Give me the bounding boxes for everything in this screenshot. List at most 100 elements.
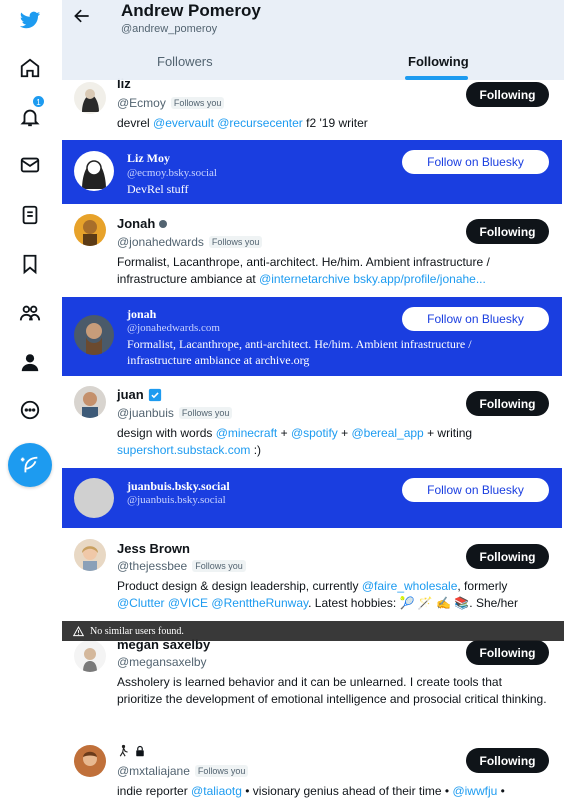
bio-text: • visionary genius ahead of their time • <box>241 784 453 798</box>
user-name: Jonah <box>117 216 156 231</box>
back-arrow-icon[interactable] <box>72 6 92 26</box>
user-bio: design with words @minecraft + @spotify … <box>117 425 547 459</box>
twitter-logo-icon[interactable] <box>14 4 46 36</box>
user-name: Jess Brown <box>117 541 190 556</box>
compose-tweet-button[interactable] <box>8 443 52 487</box>
user-bio: Formalist, Lacanthrope, anti-architect. … <box>117 254 547 288</box>
bio-text: f2 '19 writer <box>302 116 368 130</box>
toast-message: No similar users found. <box>62 621 564 641</box>
bluesky-handle: @jonahedwards.com <box>127 322 220 334</box>
list-item[interactable]: juan @juanbuis Follows you Following desi… <box>62 376 564 468</box>
user-name: juan <box>117 387 144 402</box>
bio-text: Product design & design leadership, curr… <box>117 579 362 593</box>
avatar[interactable] <box>74 386 106 418</box>
mention-link[interactable]: @Clutter <box>117 596 165 610</box>
bio-text: + <box>337 426 352 440</box>
mention-link[interactable]: @VICE <box>168 596 208 610</box>
follow-on-bluesky-button[interactable]: Follow on Bluesky <box>402 478 549 502</box>
list-item[interactable]: megan saxelby @megansaxelby Following As… <box>62 633 564 731</box>
mention-link[interactable]: @evervault <box>153 116 214 130</box>
following-button[interactable]: Following <box>466 748 549 773</box>
mention-link[interactable]: @taliaotg <box>191 784 242 798</box>
profile-name: Andrew Pomeroy <box>121 1 261 20</box>
avatar[interactable] <box>74 214 106 246</box>
bluesky-handle: @juanbuis.bsky.social <box>127 494 226 506</box>
mention-link[interactable]: @RenttheRunway <box>211 596 308 610</box>
follows-you-badge: Follows you <box>194 765 249 777</box>
communities-icon[interactable] <box>14 297 46 329</box>
dancer-emoji-icon <box>119 744 128 757</box>
mention-link[interactable]: @bereal_app <box>352 426 424 440</box>
bio-text: indie reporter <box>117 784 192 798</box>
mention-link[interactable]: @internetarchive <box>259 272 350 286</box>
bluesky-card: juanbuis.bsky.social @juanbuis.bsky.soci… <box>62 468 562 528</box>
mention-link[interactable]: @iwwfju <box>452 784 497 798</box>
warning-icon <box>73 625 84 636</box>
profile-header: Andrew Pomeroy @andrew_pomeroy Followers… <box>62 0 564 80</box>
following-button[interactable]: Following <box>466 391 549 416</box>
notification-badge: 1 <box>32 95 45 108</box>
bio-text: devrel <box>117 116 154 130</box>
active-tab-indicator <box>405 76 468 80</box>
bluesky-card: Liz Moy @ecmoy.bsky.social DevRel stuff … <box>62 140 562 204</box>
bookmarks-icon[interactable] <box>14 248 46 280</box>
user-bio: Product design & design leadership, curr… <box>117 578 547 612</box>
bio-text: Assholery is learned behavior and it can… <box>117 675 547 706</box>
bluesky-name: jonah <box>127 307 157 321</box>
user-handle: @thejessbee <box>117 559 188 573</box>
mention-link[interactable]: bsky.app/profile/jonahe... <box>353 272 486 286</box>
following-button[interactable]: Following <box>466 544 549 569</box>
bio-text: , formerly <box>457 579 508 593</box>
verified-icon <box>148 388 161 401</box>
follows-you-badge: Follows you <box>170 97 225 109</box>
bio-text: + writing <box>423 426 473 440</box>
following-list: liz @Ecmoy Follows you Following devrel @… <box>62 0 564 800</box>
avatar <box>74 315 114 355</box>
following-button[interactable]: Following <box>466 640 549 665</box>
avatar[interactable] <box>74 82 106 114</box>
toast-text: No similar users found. <box>90 625 184 637</box>
user-handle: @juanbuis <box>117 406 174 420</box>
lists-icon[interactable] <box>14 199 46 231</box>
notifications-icon[interactable]: 1 <box>14 95 46 133</box>
profile-icon[interactable] <box>14 346 46 378</box>
follow-on-bluesky-button[interactable]: Follow on Bluesky <box>402 150 549 174</box>
avatar-placeholder <box>74 478 114 518</box>
bluesky-card: jonah @jonahedwards.com Formalist, Lacan… <box>62 297 562 376</box>
user-bio: Assholery is learned behavior and it can… <box>117 674 547 708</box>
home-icon[interactable] <box>14 52 46 84</box>
more-icon[interactable] <box>14 394 46 426</box>
mention-link[interactable]: @recursecenter <box>217 116 303 130</box>
following-button[interactable]: Following <box>466 82 549 107</box>
follows-you-badge: Follows you <box>208 236 263 248</box>
list-item[interactable]: liz @Ecmoy Follows you Following devrel @… <box>62 72 564 140</box>
tab-following[interactable]: Following <box>408 54 469 69</box>
list-item[interactable]: Jess Brown @thejessbee Follows you Follow… <box>62 529 564 621</box>
avatar[interactable] <box>74 745 106 777</box>
bluesky-bio: Formalist, Lacanthrope, anti-architect. … <box>127 337 472 367</box>
bluesky-bio: DevRel stuff <box>127 182 189 196</box>
follow-on-bluesky-button[interactable]: Follow on Bluesky <box>402 307 549 331</box>
bio-text: :) <box>250 443 262 457</box>
mention-link[interactable]: @faire_wholesale <box>362 579 458 593</box>
bio-text: • <box>497 784 505 798</box>
list-item[interactable]: @mxtaliajane Follows you Following indie … <box>62 738 564 800</box>
tab-followers[interactable]: Followers <box>157 54 213 69</box>
following-button[interactable]: Following <box>466 219 549 244</box>
mention-link[interactable]: @minecraft <box>216 426 278 440</box>
user-handle: @megansaxelby <box>117 655 207 669</box>
list-item[interactable]: Jonah @jonahedwards Follows you Following… <box>62 205 564 297</box>
messages-icon[interactable] <box>14 149 46 181</box>
feather-icon <box>20 456 38 473</box>
bio-text: . Latest hobbies: 🎾 🪄 ✍️ 📚. She/her <box>308 596 518 610</box>
avatar[interactable] <box>74 539 106 571</box>
bio-text: design with words <box>117 426 216 440</box>
status-dot-icon <box>159 219 168 228</box>
user-handle: @jonahedwards <box>117 235 204 249</box>
mention-link[interactable]: @spotify <box>291 426 338 440</box>
mention-link[interactable]: supershort.substack.com <box>117 443 250 457</box>
user-handle: @mxtaliajane <box>117 764 190 778</box>
avatar[interactable] <box>74 640 106 672</box>
profile-handle: @andrew_pomeroy <box>121 23 218 35</box>
avatar <box>74 151 114 191</box>
